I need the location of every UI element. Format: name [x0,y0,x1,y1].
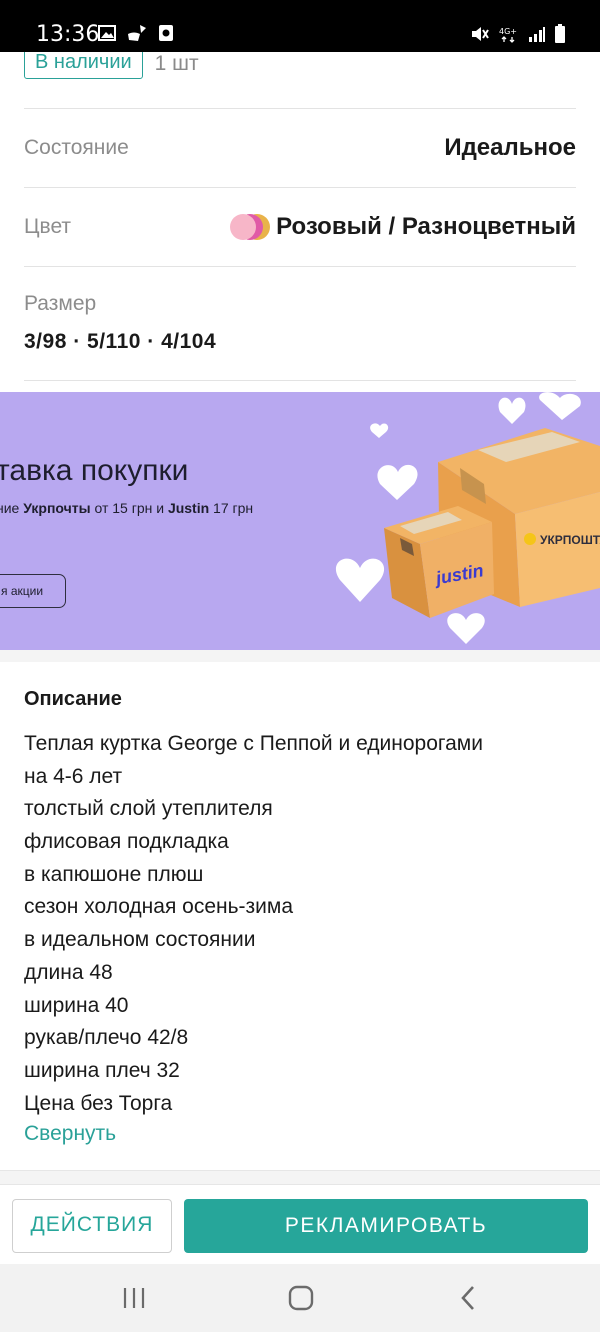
recent-apps-icon[interactable] [114,1282,154,1314]
description-line: Цена без Торга [24,1091,173,1115]
color-row: Цвет Розовый / Разноцветный [24,207,576,247]
description-line: Теплая куртка George с Пеппой и единорог… [24,732,483,755]
promote-button[interactable]: РЕКЛАМИРОВАТЬ [184,1199,588,1253]
home-icon[interactable] [281,1282,321,1314]
4g-lte-icon: 4G+ [498,25,520,48]
status-right-icons: 4G+ [470,24,566,49]
condition-value: Идеальное [444,134,576,161]
color-swatch-icon [230,214,271,240]
description-line: толстый слой утеплителя [24,797,273,821]
status-left-icons [98,24,174,47]
description-line: рукав/плечо 42/8 [24,1026,189,1050]
status-bar: 13:36 4G+ [0,0,600,52]
back-icon[interactable] [448,1282,488,1314]
signal-icon [528,25,546,48]
bottom-action-bar: ДЕЙСТВИЯ РЕКЛАМИРОВАТЬ [0,1184,600,1264]
description-line: флисовая подкладка [24,830,229,854]
color-value-group: Розовый / Разноцветный [230,213,576,241]
color-label: Цвет [24,215,72,238]
description-line: ширина 40 [24,993,129,1017]
size-values: 3/98 · 5/110 · 4/104 [24,330,217,353]
condition-label: Состояние [24,136,129,159]
system-nav-bar [0,1264,600,1332]
description-line: в капюшоне плюш [24,862,204,886]
section-gap [0,650,600,662]
camera-square-icon [158,24,174,47]
section-gap [0,1170,600,1184]
divider [24,108,576,109]
divider [24,380,576,381]
delivery-boxes-illustration: УКРПОШТА justin [335,392,600,644]
divider [24,266,576,267]
actions-button[interactable]: ДЕЙСТВИЯ [12,1199,172,1253]
stock-badge: В наличии [24,52,143,79]
stock-row: В наличии 1 шт [24,52,199,79]
svg-text:УКРПОШТА: УКРПОШТА [540,533,600,547]
listing-content[interactable]: В наличии 1 шт Состояние Идеальное Цвет … [0,52,600,1184]
mute-icon [470,25,490,48]
description-title: Описание [24,688,122,710]
description-text: Теплая куртка George с Пеппой и единорог… [24,728,483,1120]
stock-count: 1 шт [154,52,199,75]
description-line: на 4-6 лет [24,764,123,788]
description-line: сезон холодная осень-зима [24,895,294,919]
description-line: ширина плеч 32 [24,1058,180,1082]
broom-icon [126,24,148,47]
svg-text:4G+: 4G+ [499,27,517,36]
size-label: Размер [24,292,97,315]
status-time: 13:36 [36,22,100,47]
divider [24,187,576,188]
description-line: в идеальном состоянии [24,928,256,952]
condition-row: Состояние Идеальное [24,128,576,168]
battery-icon [554,24,566,49]
description-line: длина 48 [24,960,113,984]
delivery-promo-banner[interactable]: тавка покупки ние Укрпочты от 15 грн и J… [0,392,600,650]
color-value: Розовый / Разноцветный [276,213,576,240]
small-box: justin [384,506,494,618]
gallery-icon [98,25,116,46]
collapse-link[interactable]: Свернуть [24,1122,116,1146]
